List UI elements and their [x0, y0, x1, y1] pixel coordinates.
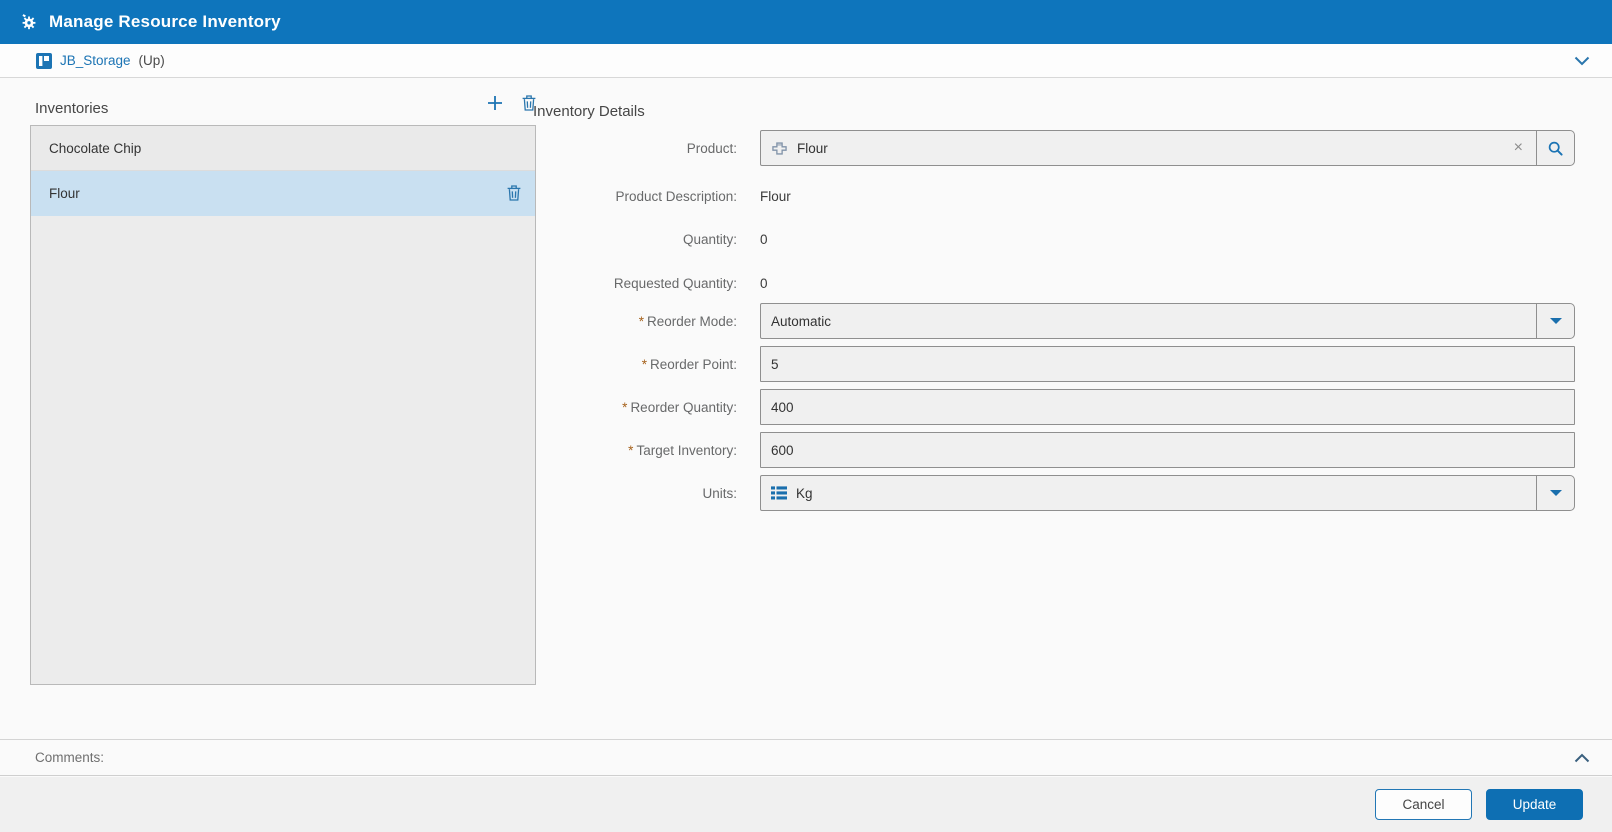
reorder-mode-dropdown: Automatic	[760, 303, 1575, 339]
product-row: Product: Flour ×	[0, 130, 1575, 166]
reorder-mode-value[interactable]: Automatic	[761, 304, 1536, 338]
reorder-point-input[interactable]	[760, 346, 1575, 382]
requested-quantity-value: 0	[760, 275, 768, 291]
required-marker: *	[638, 313, 644, 329]
units-dropdown: Kg	[760, 475, 1575, 511]
units-list-icon	[771, 486, 787, 500]
reorder-quantity-input[interactable]	[760, 389, 1575, 425]
magnifier-icon	[1547, 140, 1564, 157]
chevron-down-icon[interactable]	[1574, 56, 1590, 66]
triangle-down-icon	[1549, 490, 1562, 496]
add-inventory-button[interactable]	[487, 95, 503, 111]
product-search-button[interactable]	[1536, 131, 1574, 165]
units-row: Units: Kg	[0, 475, 1575, 511]
quantity-label: Quantity:	[682, 231, 737, 247]
inventory-details-title: Inventory Details	[533, 103, 645, 120]
window-titlebar: Manage Resource Inventory	[0, 0, 1612, 44]
target-inventory-row: * Target Inventory:	[0, 432, 1575, 468]
product-input[interactable]: Flour ×	[761, 131, 1536, 165]
location-bar: JB_Storage (Up)	[0, 44, 1612, 78]
reorder-point-row: * Reorder Point:	[0, 346, 1575, 382]
footer-bar: Cancel Update	[0, 777, 1612, 832]
reorder-mode-row: * Reorder Mode: Automatic	[0, 303, 1575, 339]
required-marker: *	[622, 399, 628, 415]
quantity-row: Quantity: 0	[0, 221, 768, 257]
reorder-mode-dropdown-button[interactable]	[1536, 304, 1574, 338]
inventories-section-title: Inventories	[35, 100, 109, 117]
units-dropdown-button[interactable]	[1536, 476, 1574, 510]
target-inventory-label: * Target Inventory:	[628, 442, 737, 458]
product-icon	[771, 141, 788, 156]
product-value: Flour	[797, 140, 828, 156]
product-search-field: Flour ×	[760, 130, 1575, 166]
product-description-value: Flour	[760, 188, 791, 204]
reorder-quantity-label: * Reorder Quantity:	[622, 399, 737, 415]
target-inventory-input[interactable]	[760, 432, 1575, 468]
inventories-actions	[487, 95, 536, 111]
triangle-down-icon	[1549, 318, 1562, 324]
comments-label: Comments:	[35, 750, 105, 765]
reorder-mode-label: * Reorder Mode:	[638, 313, 737, 329]
units-value-area[interactable]: Kg	[761, 476, 1536, 510]
reorder-point-label: * Reorder Point:	[641, 356, 737, 372]
required-marker: *	[641, 356, 647, 372]
clear-product-icon[interactable]: ×	[1511, 140, 1526, 156]
quantity-value: 0	[760, 231, 768, 247]
update-button[interactable]: Update	[1486, 789, 1583, 820]
breadcrumb-location-link[interactable]: JB_Storage	[60, 53, 131, 68]
required-marker: *	[628, 442, 634, 458]
storage-icon	[36, 52, 52, 69]
page-title: Manage Resource Inventory	[49, 12, 281, 31]
units-label: Units:	[702, 485, 737, 501]
gear-icon	[19, 12, 39, 32]
cancel-button[interactable]: Cancel	[1375, 789, 1472, 820]
requested-quantity-label: Requested Quantity:	[613, 275, 737, 291]
reorder-quantity-row: * Reorder Quantity:	[0, 389, 1575, 425]
comments-bar: Comments:	[0, 739, 1612, 776]
product-label: Product:	[686, 140, 737, 156]
breadcrumb-up-label: (Up)	[138, 53, 165, 68]
product-description-row: Product Description: Flour	[0, 178, 791, 214]
requested-quantity-row: Requested Quantity: 0	[0, 265, 768, 301]
units-value: Kg	[796, 485, 813, 501]
product-description-label: Product Description:	[615, 188, 737, 204]
chevron-up-icon[interactable]	[1574, 753, 1590, 763]
